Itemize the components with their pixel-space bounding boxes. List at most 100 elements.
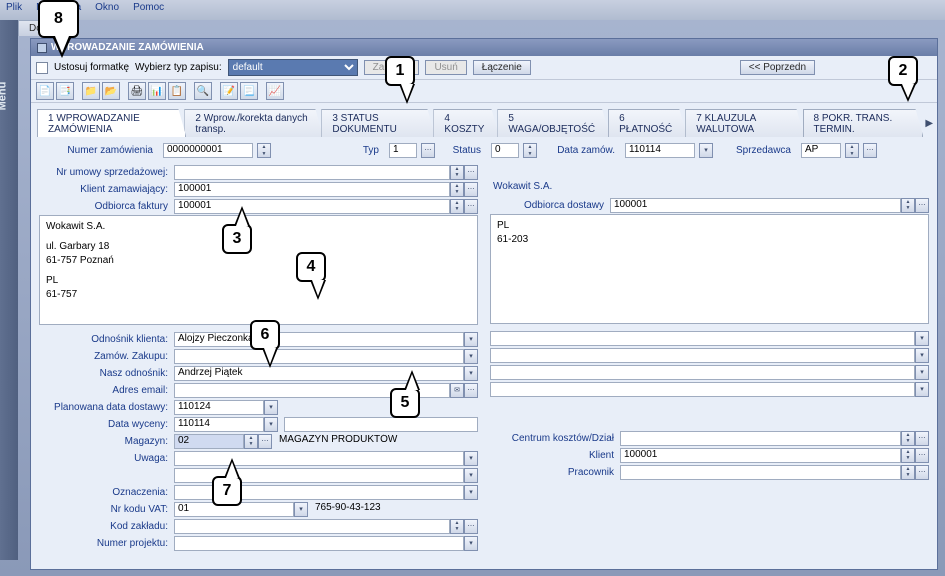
r-field-1[interactable]	[490, 331, 915, 346]
calendar-icon[interactable]: ▾	[264, 417, 278, 432]
lookup-icon[interactable]: ▾	[464, 451, 478, 466]
toolbar-icon-4[interactable]: 📂	[102, 82, 120, 100]
lookup-icon[interactable]: ▾	[464, 366, 478, 381]
spin-icon[interactable]: ▲▼	[901, 198, 915, 213]
window: WPROWADZANIE ZAMÓWIENIA Ustosuj formatkę…	[30, 38, 938, 570]
spin-icon[interactable]: ▲▼	[450, 182, 464, 197]
datawyc-field[interactable]: 110114	[174, 417, 264, 432]
spin-icon[interactable]: ▲▼	[901, 448, 915, 463]
lookup-icon[interactable]: ⋯	[915, 198, 929, 213]
spin-icon[interactable]: ▲▼	[450, 199, 464, 214]
lookup-icon[interactable]: ▾	[915, 382, 929, 397]
odnkl-field[interactable]: Alojzy Pieczonka	[174, 332, 464, 347]
toolbar-icon-5[interactable]: 🖨	[128, 82, 146, 100]
plandat-field[interactable]: 110124	[174, 400, 264, 415]
toolbar-icon-1[interactable]: 📄	[36, 82, 54, 100]
lookup-icon[interactable]: ▾	[915, 331, 929, 346]
tab-4[interactable]: 4 KOSZTY	[433, 109, 499, 137]
lookup-icon[interactable]: ⋯	[863, 143, 877, 158]
lookup-icon[interactable]: ⋯	[915, 448, 929, 463]
toolbar-icon-2[interactable]: 📑	[56, 82, 74, 100]
lookup-icon[interactable]: ▾	[464, 485, 478, 500]
status-field[interactable]: 0	[491, 143, 519, 158]
centrum-field[interactable]	[620, 431, 901, 446]
odbfakt-field[interactable]: 100001	[174, 199, 450, 214]
lookup-icon[interactable]: ▾	[464, 468, 478, 483]
lookup-icon[interactable]: ⋯	[421, 143, 435, 158]
lookup-icon[interactable]: ▾	[464, 349, 478, 364]
naszodn-field[interactable]: Andrzej Piątek	[174, 366, 464, 381]
magazyn-field[interactable]: 02	[174, 434, 244, 449]
tab-1[interactable]: 1 WPROWADZANIE ZAMÓWIENIA	[37, 109, 186, 137]
prac-field[interactable]	[620, 465, 901, 480]
spin-icon[interactable]: ▲▼	[845, 143, 859, 158]
r-field-4[interactable]	[490, 382, 915, 397]
lookup-icon[interactable]: ▾	[464, 536, 478, 551]
lookup-icon[interactable]: ⋯	[915, 431, 929, 446]
toolbar-icon-3[interactable]: 📁	[82, 82, 100, 100]
lookup-icon[interactable]: ▾	[915, 348, 929, 363]
datawyc-label: Data wyceny:	[39, 419, 174, 430]
mail-icon[interactable]: ✉	[450, 383, 464, 398]
spin-icon[interactable]: ▲▼	[257, 143, 271, 158]
calendar-icon[interactable]: ▾	[699, 143, 713, 158]
nrumowy-field[interactable]	[174, 165, 450, 180]
tabs-scroll-right[interactable]: ▶	[921, 109, 937, 137]
tab-5[interactable]: 5 WAGA/OBJĘTOŚĆ	[497, 109, 610, 137]
nrproj-label: Numer projektu:	[39, 538, 174, 549]
lookup-icon[interactable]: ⋯	[464, 165, 478, 180]
lookup-icon[interactable]: ⋯	[464, 383, 478, 398]
odbdos-field[interactable]: 100001	[610, 198, 901, 213]
spin-icon[interactable]: ▲▼	[523, 143, 537, 158]
spin-icon[interactable]: ▲▼	[244, 434, 258, 449]
kodzak-field[interactable]	[174, 519, 450, 534]
usun-button[interactable]: Usuń	[425, 60, 466, 75]
side-menu[interactable]: Menu	[0, 20, 18, 560]
lookup-icon[interactable]: ▾	[915, 365, 929, 380]
uwaga-field[interactable]	[174, 451, 464, 466]
spin-icon[interactable]: ▲▼	[450, 519, 464, 534]
menu-pomoc[interactable]: Pomoc	[133, 2, 164, 18]
poprz-button[interactable]: << Poprzedn	[740, 60, 815, 75]
menu-plik[interactable]: Plik	[6, 2, 22, 18]
numer-zam-field[interactable]: 0000000001	[163, 143, 253, 158]
toolbar-icon-6[interactable]: 📊	[148, 82, 166, 100]
toolbar-icon-8[interactable]: 🔍	[194, 82, 212, 100]
lookup-icon[interactable]: ⋯	[258, 434, 272, 449]
datazam-field[interactable]: 110114	[625, 143, 695, 158]
lookup-icon[interactable]: ▾	[294, 502, 308, 517]
toolbar-icon-10[interactable]: 📃	[240, 82, 258, 100]
uwaga-label: Uwaga:	[39, 453, 174, 464]
tab-strip: 1 WPROWADZANIE ZAMÓWIENIA 2 Wprow./korek…	[31, 103, 937, 137]
nrproj-field[interactable]	[174, 536, 464, 551]
tab-2[interactable]: 2 Wprow./korekta danych transp.	[184, 109, 323, 137]
tab-3[interactable]: 3 STATUS DOKUMENTU	[321, 109, 435, 137]
klient-r-field[interactable]: 100001	[620, 448, 901, 463]
sprzedawca-field[interactable]: AP	[801, 143, 841, 158]
r-field-3[interactable]	[490, 365, 915, 380]
menu-okno[interactable]: Okno	[95, 2, 119, 18]
toolbar-icon-9[interactable]: 📝	[220, 82, 238, 100]
lookup-icon[interactable]: ⋯	[464, 199, 478, 214]
lookup-icon[interactable]: ⋯	[464, 182, 478, 197]
nrvat-num: 765-90-43-123	[312, 502, 478, 517]
lookup-icon[interactable]: ▾	[464, 332, 478, 347]
calendar-icon[interactable]: ▾	[264, 400, 278, 415]
spin-icon[interactable]: ▲▼	[450, 165, 464, 180]
typ-field[interactable]: 1	[389, 143, 417, 158]
toolbar-icon-11[interactable]: 📈	[266, 82, 284, 100]
lookup-icon[interactable]: ⋯	[915, 465, 929, 480]
tab-8[interactable]: 8 POKR. TRANS. TERMIN.	[803, 109, 924, 137]
laczenie-button[interactable]: Łączenie	[473, 60, 531, 75]
toolbar-icon-7[interactable]: 📋	[168, 82, 186, 100]
spin-icon[interactable]: ▲▼	[901, 465, 915, 480]
klient-field[interactable]: 100001	[174, 182, 450, 197]
zamzak-field[interactable]	[174, 349, 464, 364]
zapis-select[interactable]: default	[228, 59, 358, 76]
tab-6[interactable]: 6 PŁATNOŚĆ	[608, 109, 687, 137]
spin-icon[interactable]: ▲▼	[901, 431, 915, 446]
ustosuj-checkbox[interactable]	[36, 62, 48, 74]
r-field-2[interactable]	[490, 348, 915, 363]
tab-7[interactable]: 7 KLAUZULA WALUTOWA	[685, 109, 804, 137]
lookup-icon[interactable]: ⋯	[464, 519, 478, 534]
